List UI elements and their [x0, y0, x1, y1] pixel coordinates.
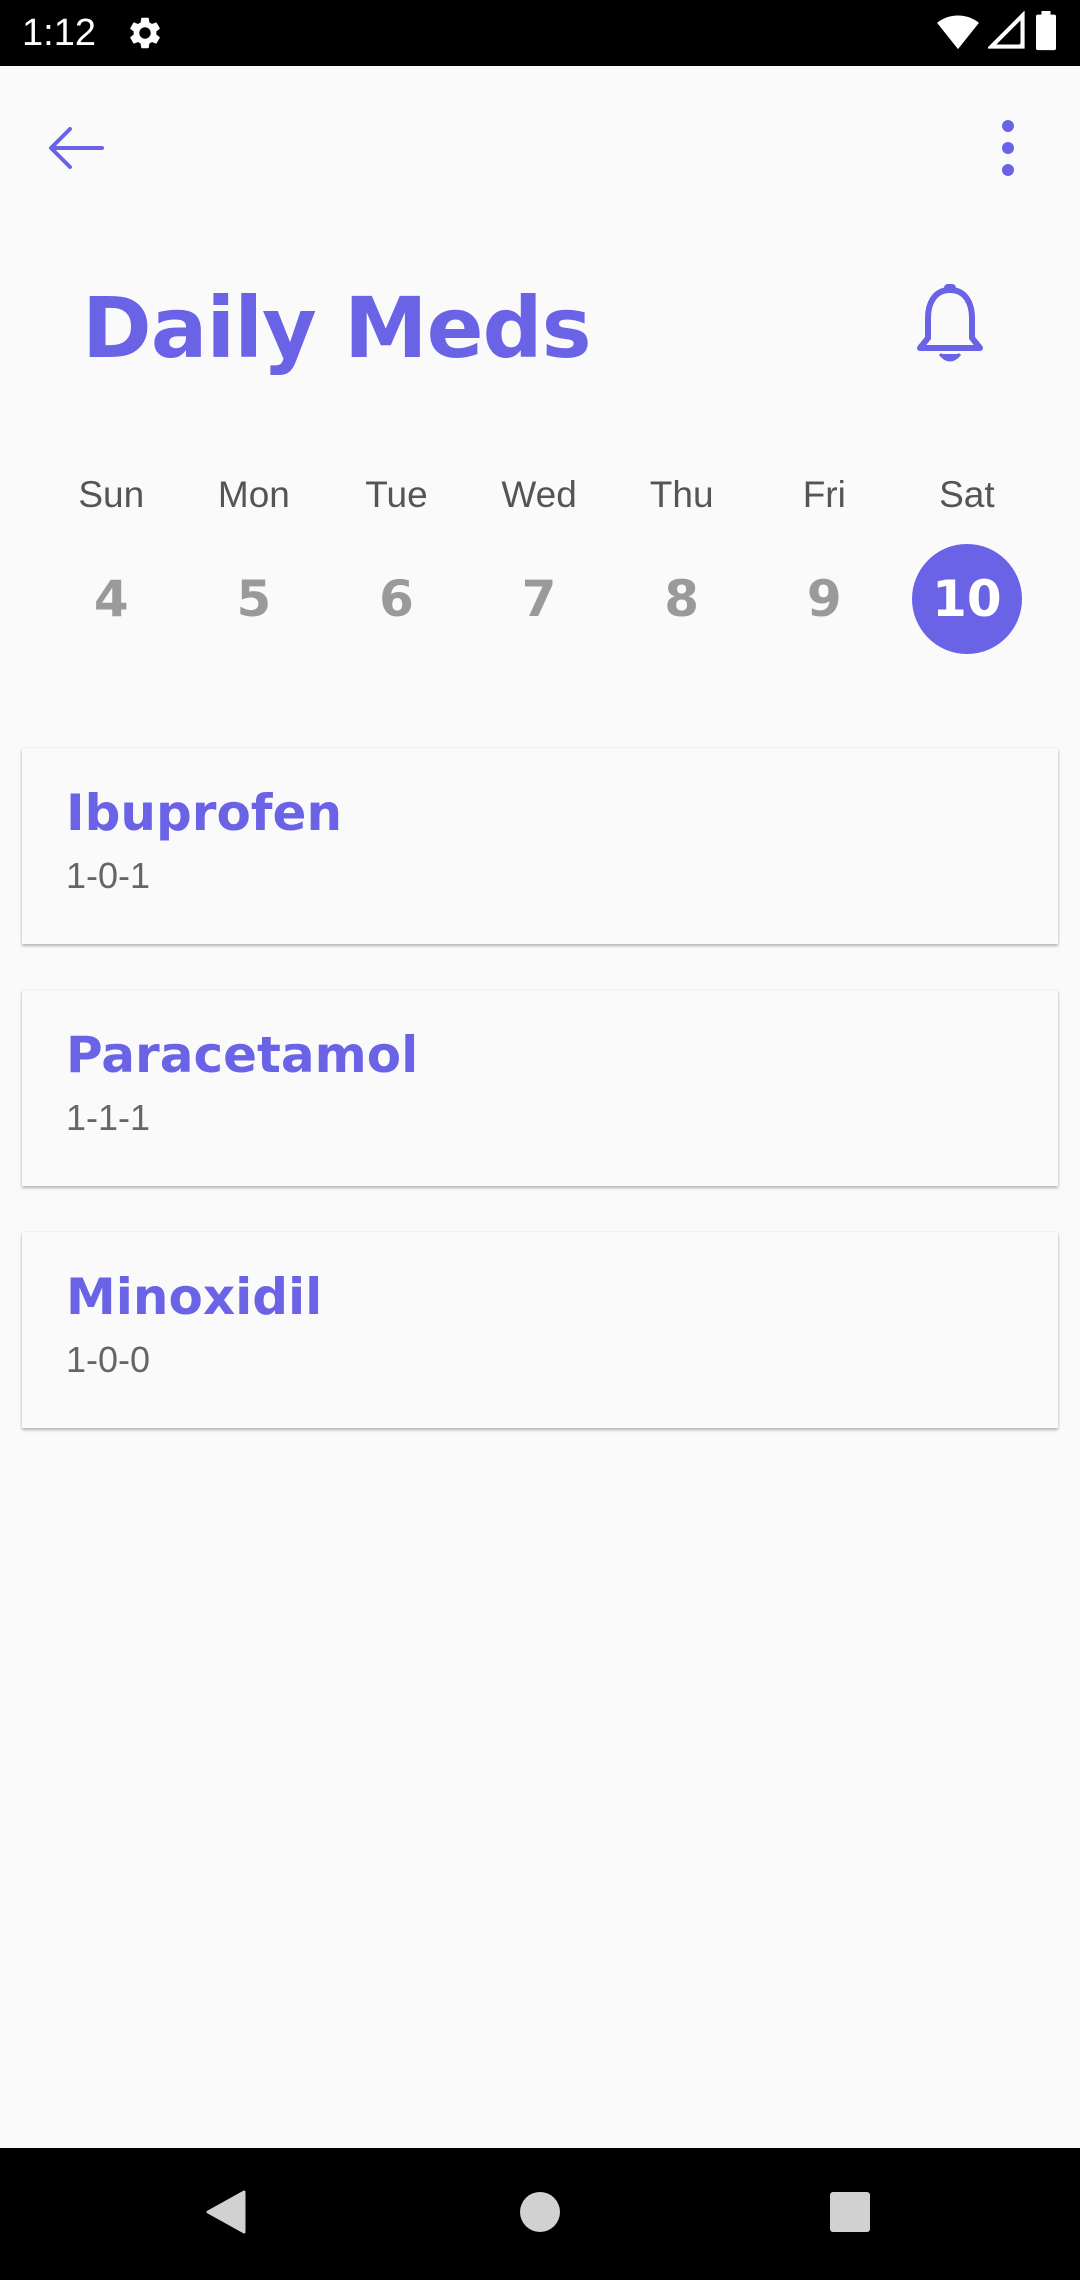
day-fri[interactable]: Fri 9: [753, 470, 896, 670]
med-name: Ibuprofen: [66, 784, 343, 842]
day-name: Sun: [78, 474, 145, 515]
nav-recents-button[interactable]: [814, 2178, 886, 2250]
battery-icon: [1034, 10, 1058, 56]
day-tue[interactable]: Tue 6: [325, 470, 468, 670]
nav-back-button[interactable]: [190, 2178, 262, 2250]
settings-icon: [126, 14, 164, 52]
day-number: 5: [236, 570, 272, 628]
med-dose: 1-0-0: [66, 1339, 151, 1380]
med-card[interactable]: Minoxidil 1-0-0: [22, 1232, 1058, 1428]
more-options-button[interactable]: [972, 110, 1044, 190]
day-sun[interactable]: Sun 4: [40, 470, 183, 670]
bell-icon: [914, 282, 986, 371]
status-time: 1:12: [22, 12, 96, 54]
med-card[interactable]: Ibuprofen 1-0-1: [22, 748, 1058, 944]
more-vert-icon: [1000, 119, 1016, 181]
week-calendar: Sun 4 Mon 5 Tue 6 Wed 7 Thu 8 Fri 9 Sat …: [40, 470, 1040, 670]
day-name: Tue: [365, 474, 428, 515]
home-circle-icon: [518, 2190, 562, 2239]
recents-square-icon: [829, 2191, 871, 2238]
back-button[interactable]: [36, 110, 116, 190]
med-name: Minoxidil: [66, 1268, 323, 1326]
signal-icon: [986, 9, 1026, 56]
day-name: Mon: [217, 474, 290, 515]
med-list: Ibuprofen 1-0-1 Paracetamol 1-1-1 Minoxi…: [22, 748, 1058, 1474]
system-nav-bar: [0, 2148, 1080, 2280]
med-card[interactable]: Paracetamol 1-1-1: [22, 990, 1058, 1186]
day-number: 6: [379, 570, 414, 628]
wifi-icon: [936, 11, 980, 56]
screen: 1:12 Daily Meds Sun 4 Mon 5 Tue 6 Wed 7 …: [0, 0, 1080, 2280]
nav-home-button[interactable]: [504, 2178, 576, 2250]
day-number-selected: 10: [911, 544, 1022, 654]
day-name: Wed: [501, 474, 577, 515]
day-number: 9: [806, 570, 842, 628]
day-thu[interactable]: Thu 8: [610, 470, 753, 670]
day-number: 7: [521, 570, 557, 628]
page-title: Daily Meds: [82, 279, 592, 377]
day-name: Sat: [939, 474, 995, 515]
arrow-back-icon: [46, 123, 106, 178]
day-name: Fri: [802, 474, 846, 515]
med-name: Paracetamol: [66, 1026, 419, 1084]
day-number: 4: [93, 570, 129, 628]
status-bar: 1:12: [0, 0, 1080, 66]
back-triangle-icon: [204, 2188, 248, 2241]
status-indicators: [936, 9, 1058, 56]
day-sat[interactable]: Sat 10: [896, 470, 1039, 670]
day-number: 8: [664, 570, 700, 628]
med-dose: 1-1-1: [66, 1097, 151, 1138]
day-wed[interactable]: Wed 7: [468, 470, 611, 670]
app-bar: [0, 66, 1080, 218]
reminders-button[interactable]: [900, 276, 1000, 376]
day-name: Thu: [649, 474, 714, 515]
med-dose: 1-0-1: [66, 855, 151, 896]
day-mon[interactable]: Mon 5: [183, 470, 326, 670]
